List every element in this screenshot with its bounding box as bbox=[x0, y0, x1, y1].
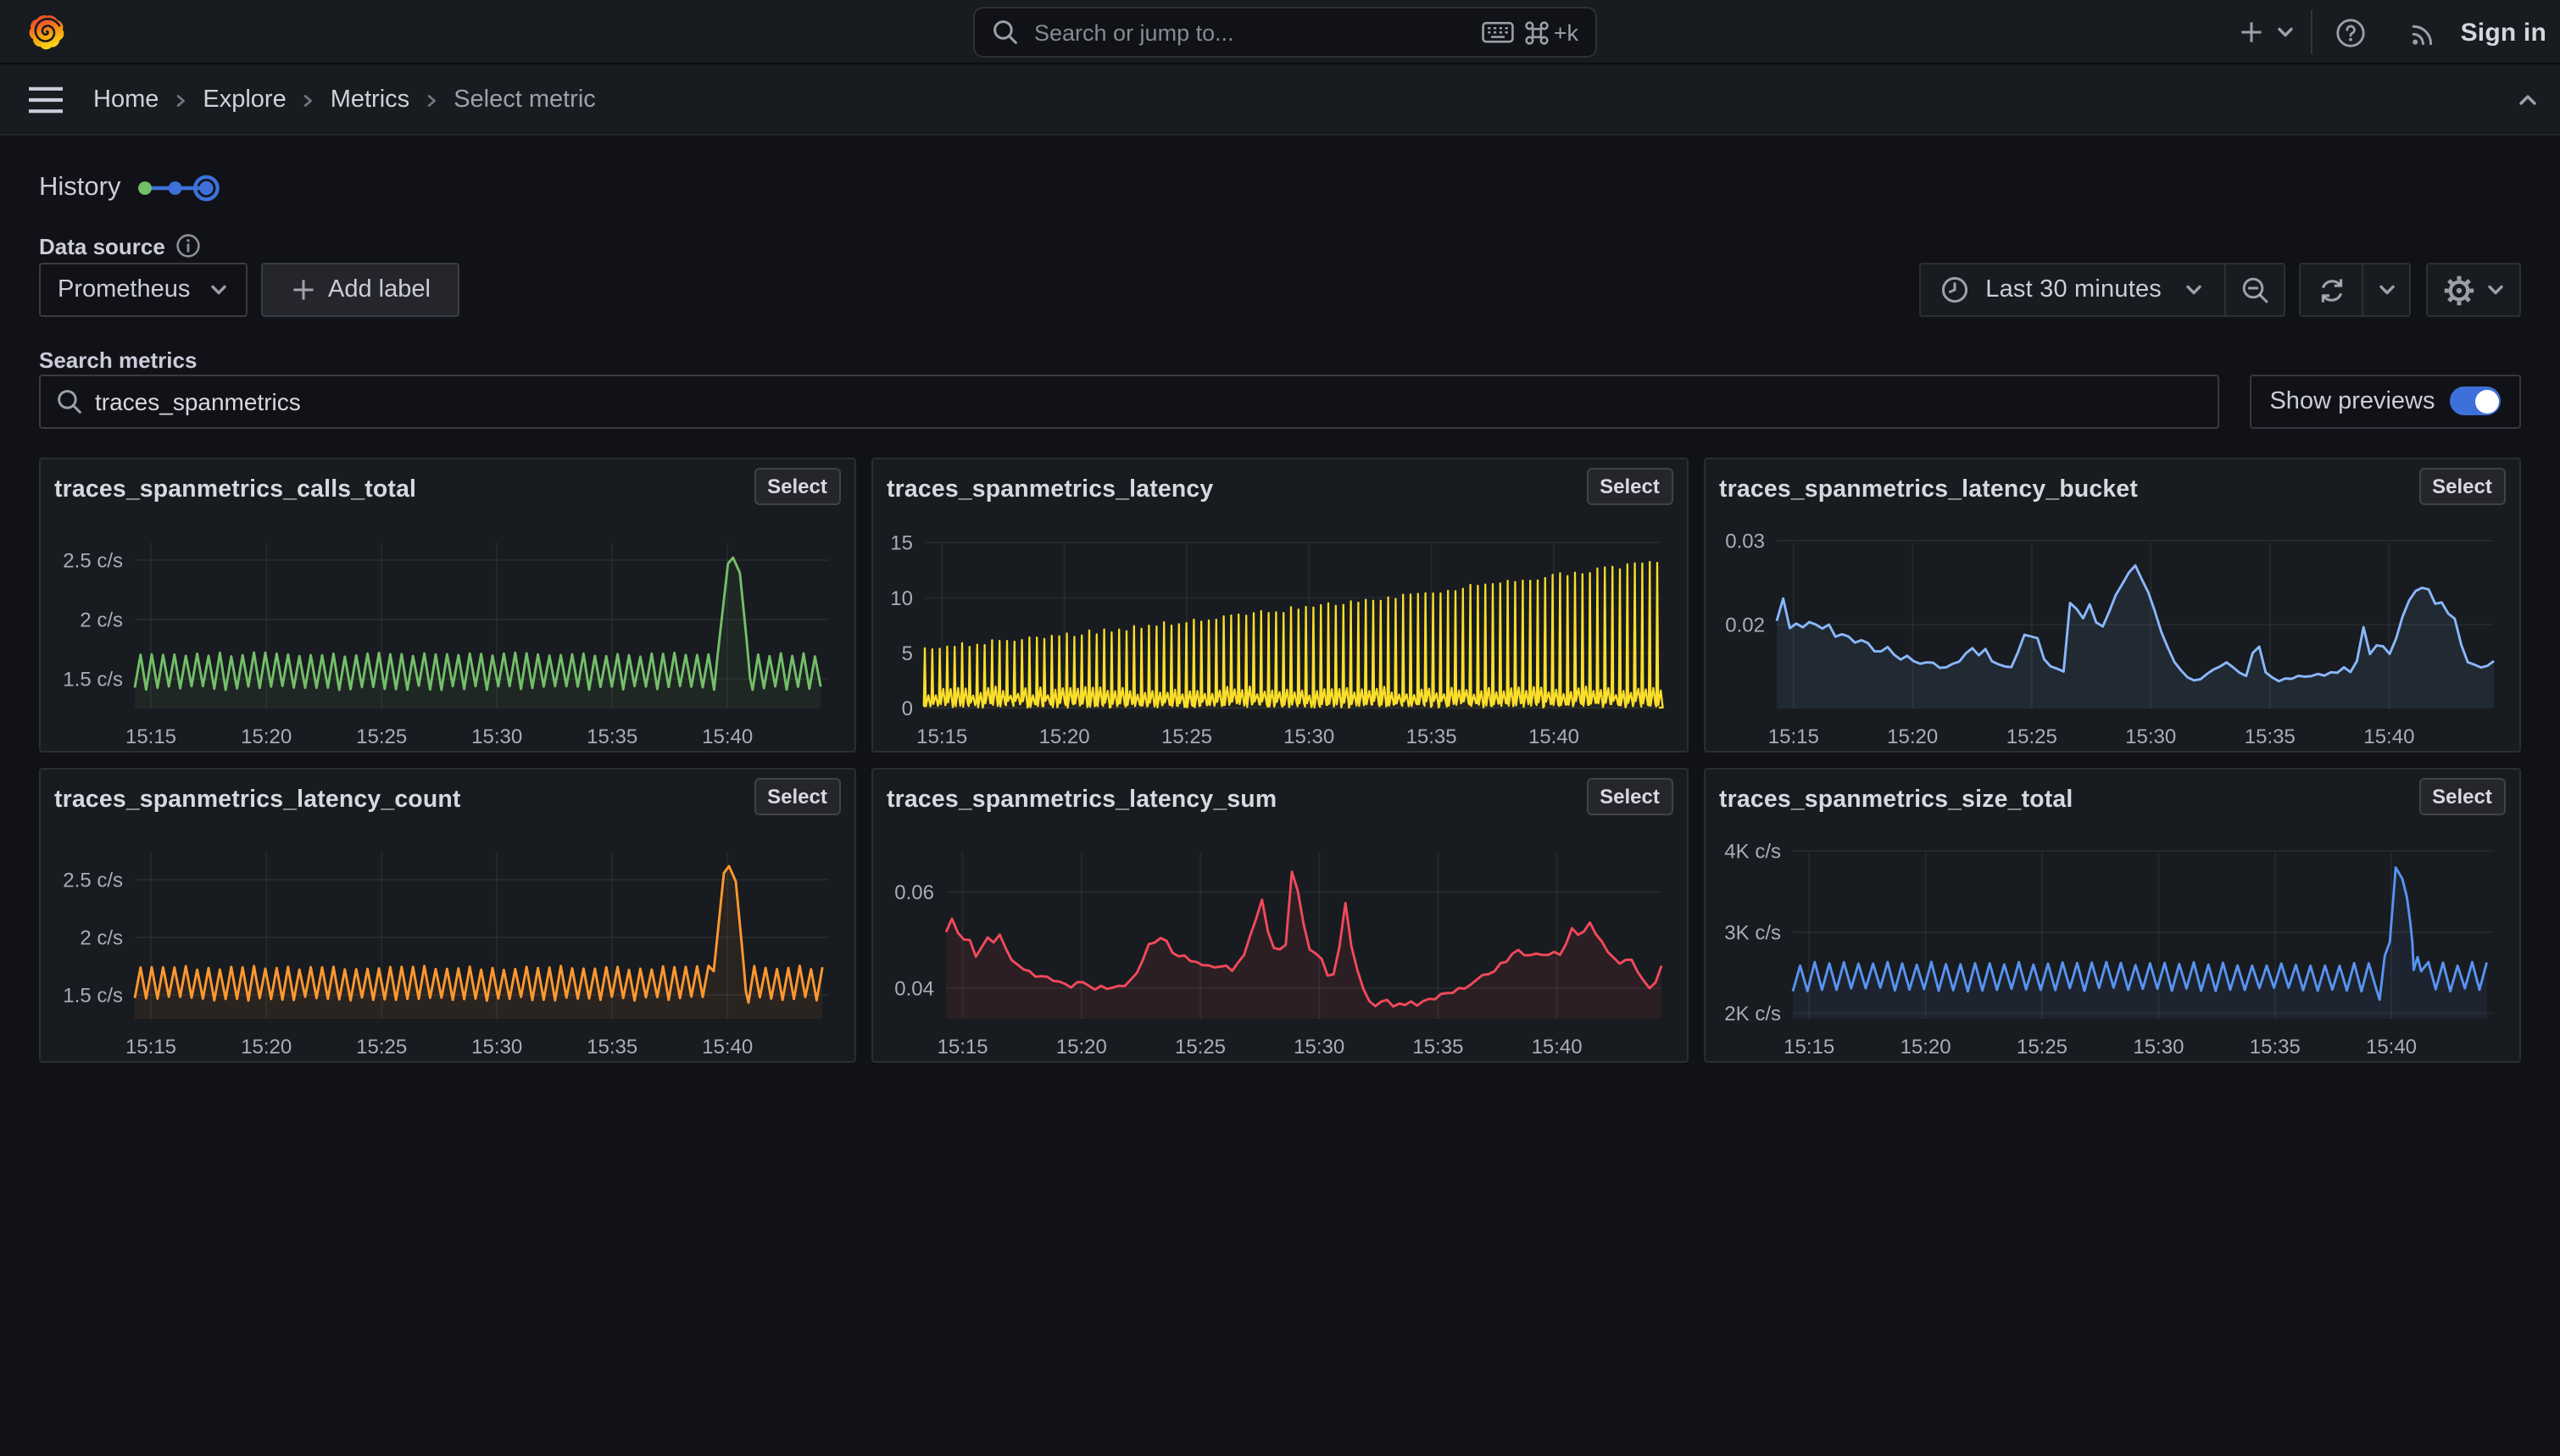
svg-text:15:30: 15:30 bbox=[471, 725, 522, 747]
svg-text:15:40: 15:40 bbox=[2366, 1035, 2417, 1058]
svg-text:15:25: 15:25 bbox=[2006, 725, 2057, 747]
svg-text:15:15: 15:15 bbox=[1784, 1035, 1834, 1058]
svg-text:2K c/s: 2K c/s bbox=[1724, 1002, 1781, 1025]
svg-text:15:20: 15:20 bbox=[1039, 725, 1090, 747]
svg-text:0.02: 0.02 bbox=[1725, 613, 1765, 636]
svg-text:15:25: 15:25 bbox=[356, 1035, 407, 1058]
svg-text:3K c/s: 3K c/s bbox=[1724, 920, 1781, 943]
svg-text:15:25: 15:25 bbox=[356, 725, 407, 747]
svg-text:15:35: 15:35 bbox=[587, 1035, 637, 1058]
svg-text:1.5 c/s: 1.5 c/s bbox=[63, 983, 123, 1006]
svg-text:2.5 c/s: 2.5 c/s bbox=[63, 868, 123, 891]
svg-text:15:20: 15:20 bbox=[241, 725, 292, 747]
svg-text:15:15: 15:15 bbox=[916, 725, 967, 747]
svg-text:15:15: 15:15 bbox=[938, 1035, 988, 1058]
svg-text:15:35: 15:35 bbox=[1412, 1035, 1463, 1058]
svg-text:15:40: 15:40 bbox=[2363, 725, 2414, 747]
svg-text:15:30: 15:30 bbox=[1283, 725, 1334, 747]
svg-text:15:40: 15:40 bbox=[702, 1035, 753, 1058]
svg-text:15:30: 15:30 bbox=[2125, 725, 2176, 747]
svg-text:15:20: 15:20 bbox=[1056, 1035, 1107, 1058]
svg-text:15:40: 15:40 bbox=[1528, 725, 1579, 747]
svg-text:15:20: 15:20 bbox=[241, 1035, 292, 1058]
svg-text:15:25: 15:25 bbox=[1175, 1035, 1226, 1058]
svg-text:15:35: 15:35 bbox=[2250, 1035, 2301, 1058]
svg-text:2.5 c/s: 2.5 c/s bbox=[63, 548, 123, 571]
svg-text:15:20: 15:20 bbox=[1901, 1035, 1951, 1058]
svg-text:15:15: 15:15 bbox=[1768, 725, 1819, 747]
svg-text:15:40: 15:40 bbox=[702, 725, 753, 747]
svg-text:5: 5 bbox=[902, 642, 913, 664]
svg-text:2 c/s: 2 c/s bbox=[80, 608, 123, 631]
svg-text:0.03: 0.03 bbox=[1725, 529, 1765, 552]
svg-text:15:25: 15:25 bbox=[2017, 1035, 2067, 1058]
svg-text:15:25: 15:25 bbox=[1161, 725, 1212, 747]
svg-text:15:35: 15:35 bbox=[587, 725, 637, 747]
svg-text:1.5 c/s: 1.5 c/s bbox=[63, 667, 123, 690]
svg-text:15:30: 15:30 bbox=[1294, 1035, 1344, 1058]
svg-text:15:40: 15:40 bbox=[1532, 1035, 1583, 1058]
svg-text:4K c/s: 4K c/s bbox=[1724, 839, 1781, 862]
svg-text:15:20: 15:20 bbox=[1887, 725, 1938, 747]
svg-text:15:30: 15:30 bbox=[471, 1035, 522, 1058]
svg-text:15:30: 15:30 bbox=[2133, 1035, 2184, 1058]
svg-text:15: 15 bbox=[890, 531, 913, 553]
svg-text:15:15: 15:15 bbox=[125, 725, 176, 747]
svg-text:2 c/s: 2 c/s bbox=[80, 925, 123, 948]
svg-text:0.04: 0.04 bbox=[894, 976, 934, 999]
svg-text:15:15: 15:15 bbox=[125, 1035, 176, 1058]
svg-text:15:35: 15:35 bbox=[2245, 725, 2296, 747]
svg-text:10: 10 bbox=[890, 586, 913, 609]
svg-text:15:35: 15:35 bbox=[1406, 725, 1457, 747]
svg-text:0.06: 0.06 bbox=[894, 881, 934, 903]
svg-text:0: 0 bbox=[902, 697, 913, 720]
